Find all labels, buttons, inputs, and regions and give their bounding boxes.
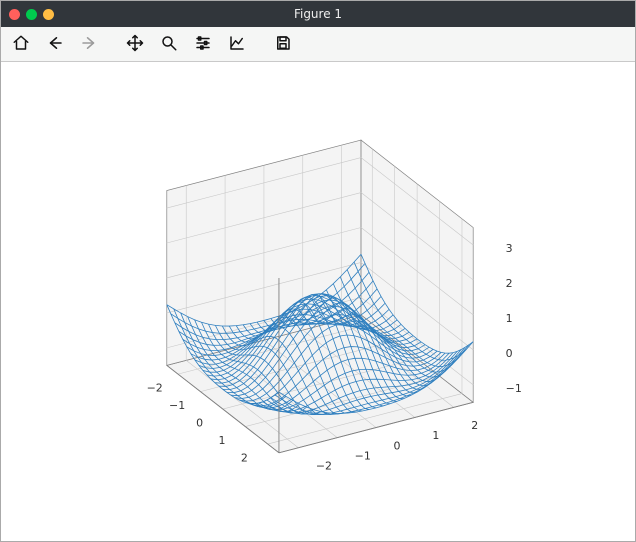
axes3d[interactable]: −2 −1 0 1 2 −2 −1 0 1 2 −1 0 1 2 3 [1,62,635,541]
maximize-window-button[interactable] [43,9,54,20]
svg-text:1: 1 [219,434,226,447]
svg-text:−2: −2 [316,459,332,472]
svg-text:1: 1 [506,312,513,325]
svg-text:1: 1 [432,429,439,442]
window-title: Figure 1 [1,7,635,21]
svg-text:2: 2 [241,451,248,464]
search-icon [160,34,178,55]
zoom-button[interactable] [155,30,183,58]
sliders-icon [194,34,212,55]
svg-text:−1: −1 [355,449,371,462]
chart-line-icon [228,34,246,55]
svg-text:2: 2 [506,277,513,290]
home-button[interactable] [7,30,35,58]
close-window-button[interactable] [9,9,20,20]
pan-button[interactable] [121,30,149,58]
svg-text:2: 2 [471,419,478,432]
axes-button[interactable] [223,30,251,58]
figure-canvas[interactable]: −2 −1 0 1 2 −2 −1 0 1 2 −1 0 1 2 3 [1,62,635,541]
minimize-window-button[interactable] [26,9,37,20]
window-controls [9,9,54,20]
titlebar: Figure 1 [1,1,635,27]
svg-text:−1: −1 [169,399,185,412]
matplotlib-toolbar [1,27,635,62]
home-icon [12,34,30,55]
save-button[interactable] [269,30,297,58]
svg-text:−1: −1 [506,382,522,395]
save-icon [274,34,292,55]
arrow-right-icon [80,34,98,55]
back-button[interactable] [41,30,69,58]
move-icon [126,34,144,55]
subplots-button[interactable] [189,30,217,58]
svg-text:0: 0 [394,439,401,452]
forward-button[interactable] [75,30,103,58]
svg-text:−2: −2 [147,381,163,394]
axes3d-svg: −2 −1 0 1 2 −2 −1 0 1 2 −1 0 1 2 3 [1,62,635,541]
svg-text:3: 3 [506,242,513,255]
arrow-left-icon [46,34,64,55]
svg-text:0: 0 [196,416,203,429]
svg-text:0: 0 [506,347,513,360]
figure-window: Figure 1 [0,0,636,542]
